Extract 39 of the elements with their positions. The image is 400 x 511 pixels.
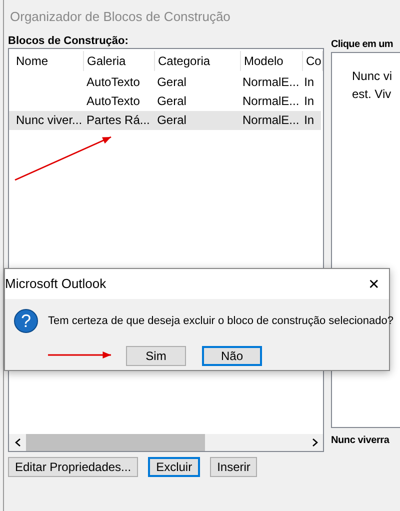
- dialog-button[interactable]: Não: [202, 346, 262, 366]
- scroll-right-icon[interactable]: [312, 438, 318, 447]
- action-button[interactable]: Editar Propriedades...: [8, 457, 138, 477]
- action-button[interactable]: Inserir: [210, 457, 258, 477]
- table-cell-text: Geral: [156, 74, 188, 91]
- table-cell-text: NormalE...: [242, 112, 300, 129]
- table-cell-text: Geral: [156, 112, 188, 129]
- table-cell-text: NormalE...: [242, 93, 300, 110]
- column-header[interactable]: Nome: [13, 51, 84, 71]
- dialog-title: Microsoft Outlook: [5, 275, 106, 294]
- column-header[interactable]: Categoria: [155, 51, 241, 71]
- preview-label: Clique em um: [331, 38, 393, 52]
- preview-text: est. Viv: [352, 86, 392, 103]
- list-row[interactable]: AutoTexto Geral NormalE... In: [9, 73, 321, 92]
- table-cell-text: Partes Rá...: [86, 112, 151, 129]
- table-cell-text: In: [303, 112, 316, 129]
- table-cell-text: In: [303, 74, 316, 91]
- window-title: Organizador de Blocos de Construção: [9, 8, 232, 26]
- close-button[interactable]: ✕: [359, 274, 389, 294]
- preview-caption: Nunc viverra: [331, 434, 390, 448]
- list-row[interactable]: AutoTexto Geral NormalE... In: [9, 92, 321, 111]
- dialog-message: Tem certeza de que deseja excluir o bloco de construção selecionado?: [48, 314, 394, 329]
- list-row[interactable]: Nunc viver... Partes Rá... Geral NormalE... In: [9, 111, 321, 130]
- column-header[interactable]: Modelo: [241, 51, 303, 71]
- list-label: Blocos de Construção:: [8, 34, 130, 48]
- table-cell-text: Nunc viver...: [15, 112, 84, 129]
- scroll-left-icon[interactable]: [14, 438, 20, 447]
- question-icon: ?: [14, 309, 38, 333]
- column-header[interactable]: Galeria: [84, 51, 155, 71]
- preview-text: Nunc vi: [352, 68, 392, 85]
- table-cell-text: AutoTexto: [86, 93, 141, 110]
- table-cell-text: AutoTexto: [86, 74, 141, 91]
- horizontal-scrollbar[interactable]: [9, 434, 323, 451]
- action-button[interactable]: Excluir: [148, 457, 200, 477]
- column-header[interactable]: Co: [303, 51, 323, 71]
- table-cell-text: NormalE...: [242, 74, 300, 91]
- table-cell-text: Geral: [156, 93, 188, 110]
- table-cell-text: In: [303, 93, 316, 110]
- dialog-button[interactable]: Sim: [126, 346, 186, 366]
